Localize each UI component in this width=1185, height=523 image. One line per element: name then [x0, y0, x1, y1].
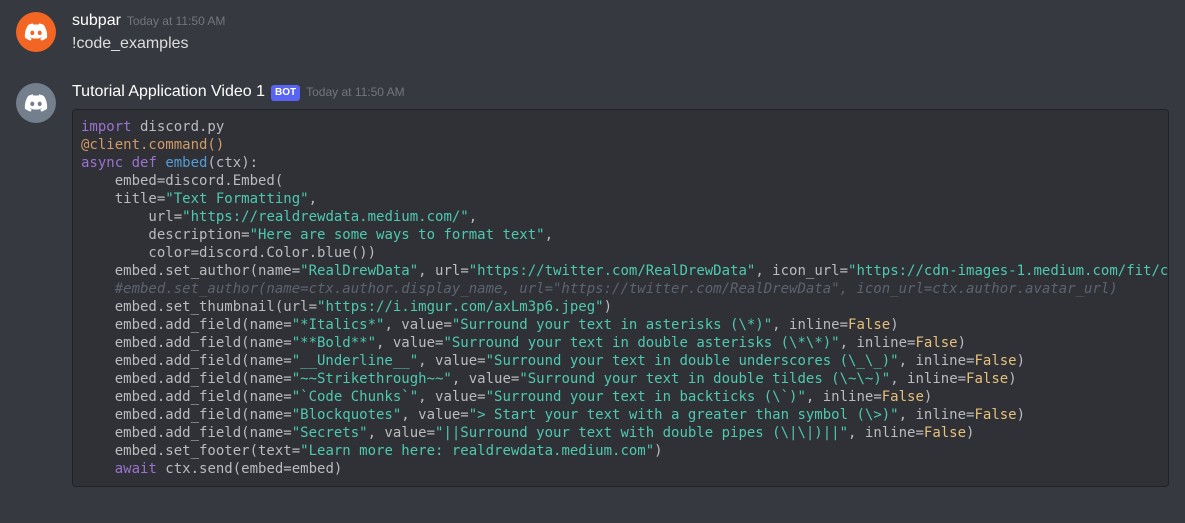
value-false: False: [966, 371, 1008, 387]
keyword: async: [81, 155, 123, 171]
string: "Blockquotes": [292, 407, 402, 423]
code-text: , value=: [418, 353, 485, 369]
value-false: False: [848, 317, 890, 333]
code-text: embed.add_field(name=: [81, 353, 292, 369]
code-text: embed.add_field(name=: [81, 335, 292, 351]
code-text: ctx.send(embed=embed): [157, 461, 342, 477]
keyword: await: [115, 461, 157, 477]
code-text: , value=: [376, 335, 443, 351]
code-text: ,: [309, 191, 317, 207]
message-text: !code_examples: [72, 33, 1169, 55]
string: "*Italics*": [292, 317, 385, 333]
code-text: ): [654, 443, 662, 459]
message-content: Tutorial Application Video 1 BOT Today a…: [72, 81, 1169, 487]
string: "Text Formatting": [165, 191, 308, 207]
code-text: ): [1017, 353, 1025, 369]
code-text: embed.add_field(name=: [81, 371, 292, 387]
string: "**Bold**": [292, 335, 376, 351]
string: "Surround your text in double asterisks …: [443, 335, 839, 351]
code-text: , inline=: [899, 353, 975, 369]
code-text: , value=: [384, 317, 451, 333]
code-text: ): [604, 299, 612, 315]
username[interactable]: subpar: [72, 10, 121, 32]
string: "> Start your text with a greater than s…: [469, 407, 899, 423]
string: "`Code Chunks`": [292, 389, 418, 405]
string: "Secrets": [292, 425, 368, 441]
string: "https://twitter.com/RealDrewData": [469, 263, 756, 279]
string: "__Underline__": [292, 353, 418, 369]
code-text: , inline=: [840, 335, 916, 351]
code-text: , inline=: [890, 371, 966, 387]
code-text: ): [890, 317, 898, 333]
value-false: False: [915, 335, 957, 351]
message-header: subpar Today at 11:50 AM: [72, 10, 1169, 32]
decorator: @client.command(): [81, 137, 224, 153]
code-text: embed.set_thumbnail(url=: [81, 299, 317, 315]
code-text: discord.py: [132, 119, 225, 135]
value-false: False: [974, 407, 1016, 423]
code-text: description=: [81, 227, 250, 243]
message-timestamp: Today at 11:50 AM: [306, 84, 405, 101]
string: "Learn more here: realdrewdata.medium.co…: [300, 443, 654, 459]
code-text: , value=: [418, 389, 485, 405]
chat-message: Tutorial Application Video 1 BOT Today a…: [16, 75, 1169, 487]
code-text: , value=: [452, 371, 519, 387]
code-text: , inline=: [899, 407, 975, 423]
code-text: url=: [81, 209, 182, 225]
code-text: , inline=: [806, 389, 882, 405]
keyword: def: [132, 155, 157, 171]
string: "https://i.imgur.com/axLm3p6.jpeg": [317, 299, 604, 315]
string: "RealDrewData": [300, 263, 418, 279]
comment: #embed.set_author(name=ctx.author.displa…: [81, 281, 1118, 297]
code-text: embed.set_author(name=: [81, 263, 300, 279]
code-text: , url=: [418, 263, 469, 279]
user-avatar[interactable]: [16, 12, 56, 52]
string: "~~Strikethrough~~": [292, 371, 452, 387]
string: "Surround your text in double tildes (\~…: [519, 371, 890, 387]
username[interactable]: Tutorial Application Video 1: [72, 81, 265, 103]
code-text: embed=discord.Embed(: [81, 173, 283, 189]
code-text: ): [958, 335, 966, 351]
discord-logo-icon: [24, 23, 48, 41]
bot-avatar[interactable]: [16, 83, 56, 123]
code-text: ): [966, 425, 974, 441]
code-text: , value=: [368, 425, 435, 441]
code-text: ): [924, 389, 932, 405]
code-text: ): [1008, 371, 1016, 387]
message-timestamp: Today at 11:50 AM: [127, 13, 226, 30]
code-text: color=discord.Color.blue()): [81, 245, 376, 261]
function-name: embed: [165, 155, 207, 171]
code-text: , icon_url=: [755, 263, 848, 279]
string: "https://realdrewdata.medium.com/": [182, 209, 469, 225]
code-text: , inline=: [772, 317, 848, 333]
code-text: , value=: [401, 407, 468, 423]
string: "Surround your text in asterisks (\*)": [452, 317, 772, 333]
message-header: Tutorial Application Video 1 BOT Today a…: [72, 81, 1169, 103]
string: "https://cdn-images-1.medium.com/fit/c/3…: [848, 263, 1169, 279]
string: "Surround your text in double underscore…: [486, 353, 899, 369]
bot-tag: BOT: [271, 85, 300, 101]
message-content: subpar Today at 11:50 AM !code_examples: [72, 10, 1169, 55]
code-text: (ctx):: [207, 155, 258, 171]
code-text: embed.set_footer(text=: [81, 443, 300, 459]
discord-logo-icon: [24, 94, 48, 112]
code-block[interactable]: import discord.py @client.command() asyn…: [72, 109, 1169, 487]
code-text: embed.add_field(name=: [81, 389, 292, 405]
string: "Here are some ways to format text": [250, 227, 545, 243]
value-false: False: [974, 353, 1016, 369]
keyword: import: [81, 119, 132, 135]
string: "||Surround your text with double pipes …: [435, 425, 848, 441]
code-text: embed.add_field(name=: [81, 425, 292, 441]
code-text: embed.add_field(name=: [81, 407, 292, 423]
code-text: ): [1017, 407, 1025, 423]
chat-message: subpar Today at 11:50 AM !code_examples: [16, 4, 1169, 55]
value-false: False: [924, 425, 966, 441]
code-text: ,: [469, 209, 477, 225]
code-text: embed.add_field(name=: [81, 317, 292, 333]
code-text: , inline=: [848, 425, 924, 441]
code-text: title=: [81, 191, 165, 207]
code-text: ,: [545, 227, 553, 243]
value-false: False: [882, 389, 924, 405]
string: "Surround your text in backticks (\`)": [486, 389, 806, 405]
